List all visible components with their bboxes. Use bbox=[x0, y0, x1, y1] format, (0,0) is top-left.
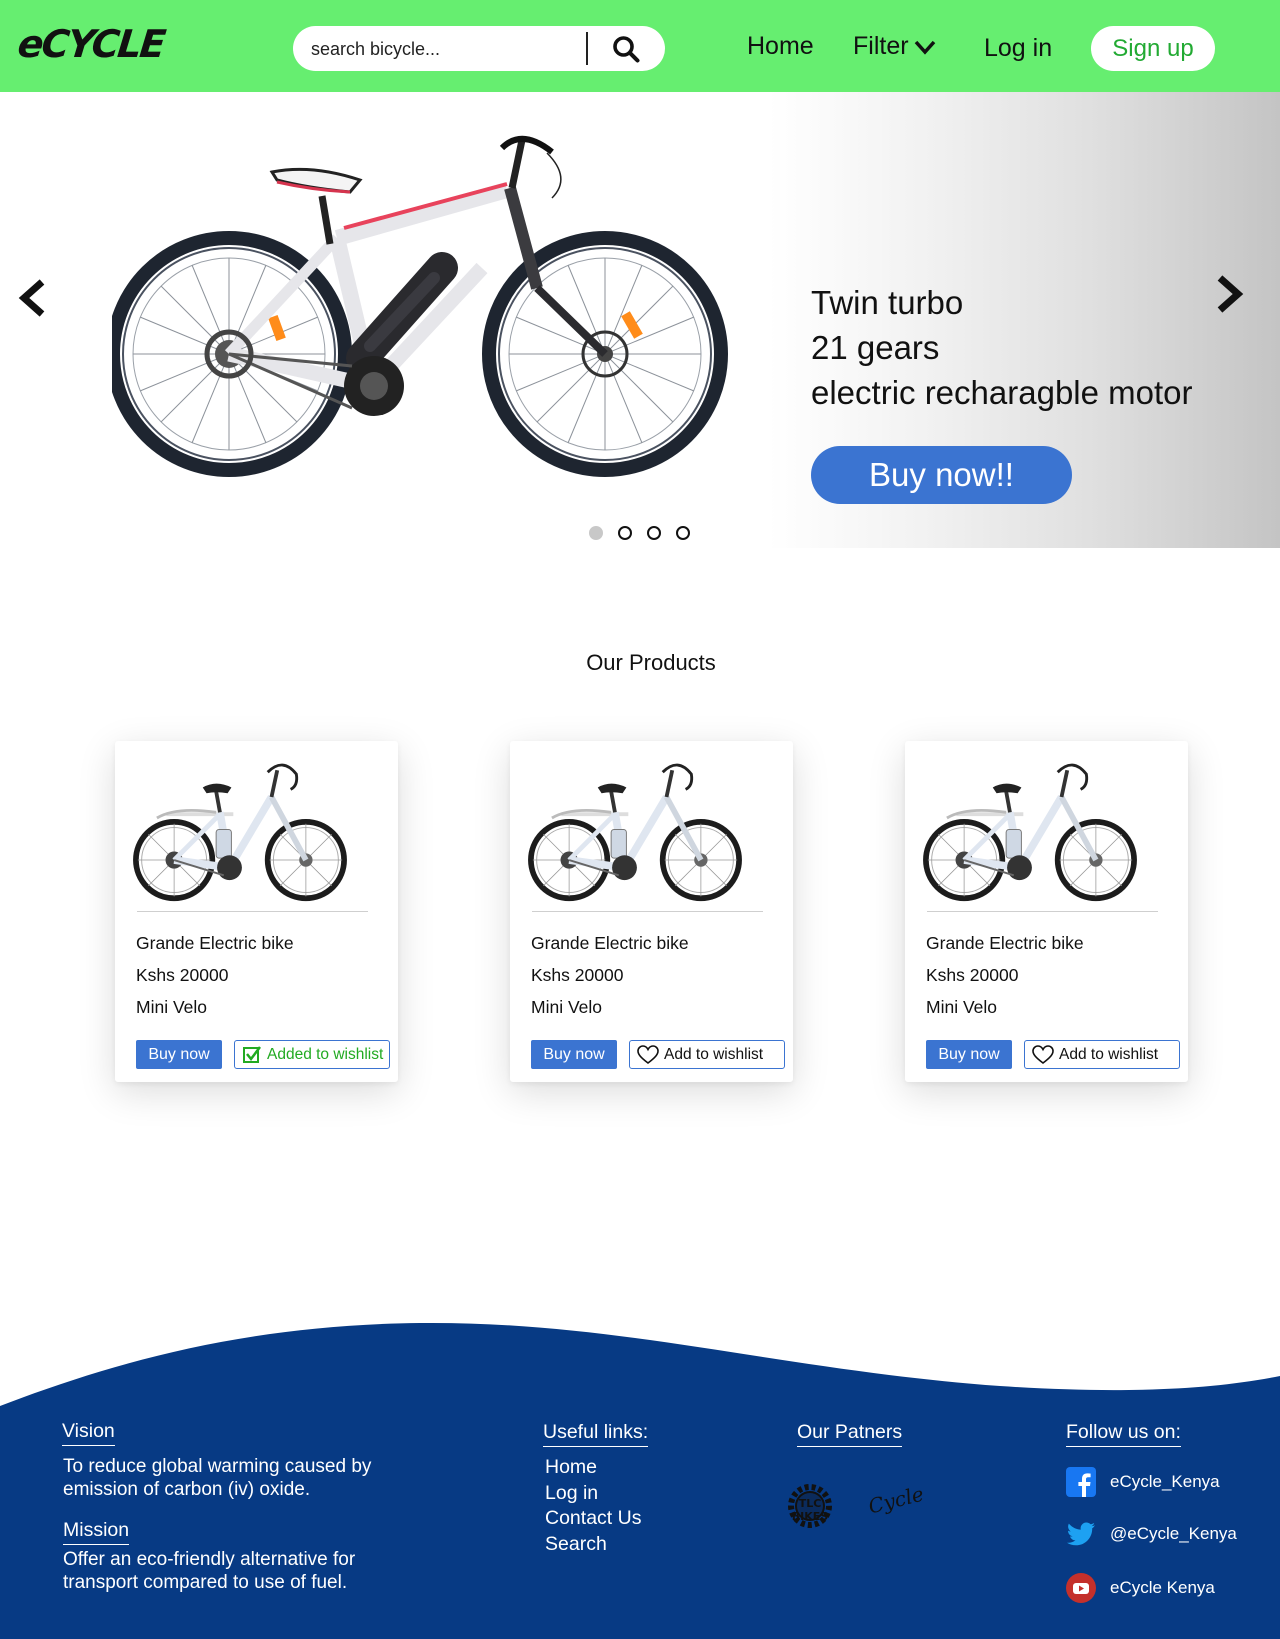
follow-title: Follow us on: bbox=[1066, 1421, 1181, 1447]
social-youtube[interactable]: eCycle Kenya bbox=[1066, 1573, 1215, 1603]
hero-buy-now-button[interactable]: Buy now!! bbox=[811, 446, 1072, 504]
hero-feature-line: electric recharagble motor bbox=[811, 374, 1193, 411]
mission-title: Mission bbox=[63, 1519, 130, 1545]
product-price: Kshs 20000 bbox=[136, 965, 229, 985]
hero-bike-image bbox=[112, 136, 728, 477]
top-nav-bar: eCYCLE Home Filter Log in Sign up bbox=[0, 0, 1280, 92]
product-card: Grande Electric bike Kshs 20000 Mini Vel… bbox=[510, 741, 793, 1082]
wishlist-label: Add to wishlist bbox=[1059, 1045, 1159, 1063]
wishlist-label: Add to wishlist bbox=[664, 1045, 764, 1063]
carousel-prev-arrow-icon[interactable] bbox=[14, 276, 50, 320]
buy-now-button[interactable]: Buy now bbox=[136, 1040, 222, 1069]
social-handle: eCycle_Kenya bbox=[1110, 1472, 1220, 1491]
nav-home[interactable]: Home bbox=[747, 32, 814, 61]
footer-link-contact[interactable]: Contact Us bbox=[545, 1507, 641, 1530]
social-facebook[interactable]: eCycle_Kenya bbox=[1066, 1467, 1220, 1497]
wishlist-button[interactable]: Add to wishlist bbox=[629, 1040, 785, 1069]
wishlist-button[interactable]: Added to wishlist bbox=[234, 1040, 390, 1069]
youtube-icon bbox=[1066, 1573, 1096, 1603]
card-divider bbox=[927, 911, 1158, 912]
search-divider bbox=[586, 32, 588, 65]
products-section-title: Our Products bbox=[586, 650, 716, 675]
carousel-dot-2[interactable] bbox=[618, 526, 632, 540]
carousel-dot-4[interactable] bbox=[676, 526, 690, 540]
social-twitter[interactable]: @eCycle_Kenya bbox=[1066, 1519, 1237, 1549]
search-input[interactable] bbox=[311, 34, 571, 64]
hero-feature-line: 21 gears bbox=[811, 329, 940, 366]
vision-text-line: emission of carbon (iv) oxide. bbox=[63, 1479, 311, 1500]
signup-button[interactable]: Sign up bbox=[1091, 26, 1215, 71]
footer-link-search[interactable]: Search bbox=[545, 1533, 607, 1556]
product-type: Mini Velo bbox=[926, 997, 998, 1017]
footer-link-login[interactable]: Log in bbox=[545, 1482, 598, 1505]
wishlist-label: Added to wishlist bbox=[267, 1045, 384, 1063]
hero-feature-line: Twin turbo bbox=[811, 284, 964, 321]
product-name: Grande Electric bike bbox=[926, 933, 1084, 953]
product-type: Mini Velo bbox=[136, 997, 208, 1017]
product-price: Kshs 20000 bbox=[531, 965, 624, 985]
heart-icon bbox=[1032, 1044, 1054, 1064]
useful-links-title: Useful links: bbox=[543, 1421, 649, 1447]
buy-now-button[interactable]: Buy now bbox=[926, 1040, 1012, 1069]
hero-carousel: Twin turbo 21 gears electric recharagble… bbox=[0, 92, 1280, 548]
product-card: Grande Electric bike Kshs 20000 Mini Vel… bbox=[905, 741, 1188, 1082]
mission-text: Offer an eco-friendly alternative for tr… bbox=[63, 1548, 355, 1594]
buy-now-button[interactable]: Buy now bbox=[531, 1040, 617, 1069]
heart-icon bbox=[637, 1044, 659, 1064]
vision-text: To reduce global warming caused by emiss… bbox=[63, 1455, 371, 1501]
search-icon bbox=[613, 35, 640, 62]
product-price: Kshs 20000 bbox=[926, 965, 1019, 985]
partner-logo-tlc-bikes[interactable]: TLC BIKES bbox=[781, 1482, 839, 1530]
footer-link-home[interactable]: Home bbox=[545, 1456, 597, 1479]
hero-feature-list: Twin turbo 21 gears electric recharagble… bbox=[811, 280, 1193, 415]
carousel-next-arrow-icon[interactable] bbox=[1212, 272, 1248, 316]
logo[interactable]: eCYCLE bbox=[16, 22, 167, 66]
product-bike-image bbox=[518, 755, 752, 903]
card-divider bbox=[137, 911, 368, 912]
social-handle: @eCycle_Kenya bbox=[1110, 1524, 1237, 1543]
vision-text-line: To reduce global warming caused by bbox=[63, 1456, 372, 1477]
social-handle: eCycle Kenya bbox=[1110, 1578, 1215, 1597]
wishlist-button[interactable]: Add to wishlist bbox=[1024, 1040, 1180, 1069]
product-bike-image bbox=[123, 755, 357, 903]
product-name: Grande Electric bike bbox=[531, 933, 689, 953]
card-divider bbox=[532, 911, 763, 912]
partners-title: Our Patners bbox=[797, 1421, 903, 1447]
search-bar bbox=[293, 26, 665, 71]
nav-login[interactable]: Log in bbox=[984, 34, 1052, 63]
mission-text-line: transport compared to use of fuel. bbox=[63, 1572, 348, 1593]
carousel-dot-3[interactable] bbox=[647, 526, 661, 540]
carousel-dot-1[interactable] bbox=[589, 526, 603, 540]
twitter-icon bbox=[1067, 1522, 1095, 1546]
chevron-down-icon bbox=[914, 40, 935, 55]
product-type: Mini Velo bbox=[531, 997, 603, 1017]
nav-filter-label: Filter bbox=[853, 32, 909, 60]
facebook-icon bbox=[1066, 1467, 1096, 1497]
partner-name: TLC BIKES bbox=[791, 1497, 829, 1523]
product-bike-image bbox=[913, 755, 1147, 903]
carousel-indicators bbox=[589, 526, 690, 540]
product-card: Grande Electric bike Kshs 20000 Mini Vel… bbox=[115, 741, 398, 1082]
vision-title: Vision bbox=[62, 1420, 115, 1446]
checked-box-icon bbox=[243, 1045, 261, 1063]
mission-text-line: Offer an eco-friendly alternative for bbox=[63, 1549, 356, 1570]
search-button[interactable] bbox=[593, 28, 659, 69]
product-name: Grande Electric bike bbox=[136, 933, 294, 953]
nav-filter-dropdown[interactable]: Filter bbox=[853, 32, 937, 61]
